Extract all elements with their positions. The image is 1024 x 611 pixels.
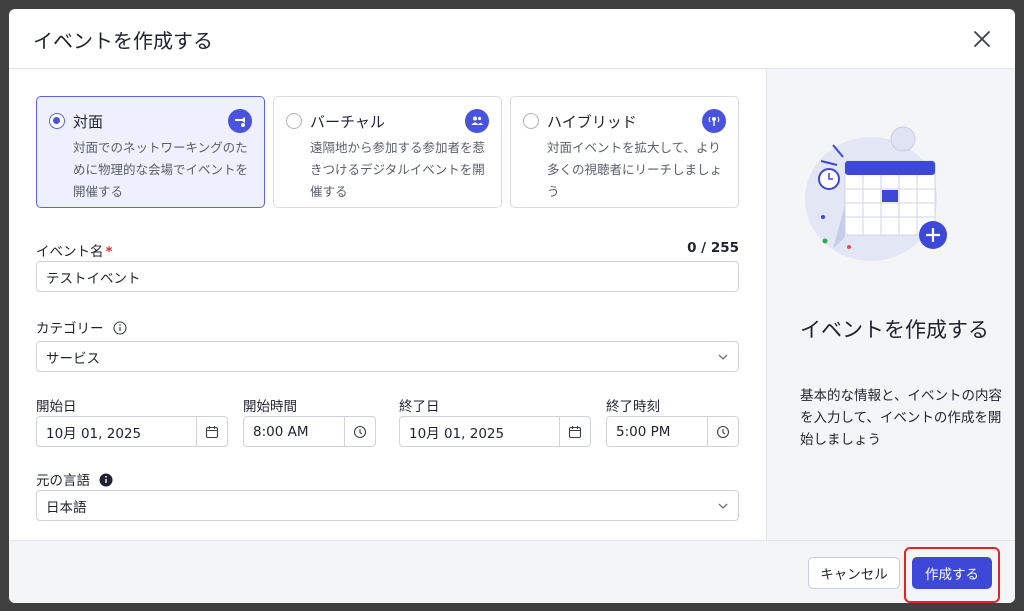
dialog-header: イベントを作成する xyxy=(9,9,1015,69)
event-name-label: イベント名 * xyxy=(36,240,113,260)
event-type-label: 対面 xyxy=(73,113,104,131)
cancel-button[interactable]: キャンセル xyxy=(808,557,900,589)
hybrid-radio[interactable] xyxy=(523,113,539,129)
start-time-input[interactable]: 8:00 AM xyxy=(243,416,376,447)
char-counter: 0 / 255 xyxy=(687,240,739,256)
event-name-value: テストイベント xyxy=(46,270,141,287)
end-date-value: 10月 01, 2025 xyxy=(409,425,505,442)
start-time-picker-button[interactable] xyxy=(344,417,375,446)
start-time-value: 8:00 AM xyxy=(253,423,309,440)
dialog-footer: キャンセル 作成する xyxy=(9,540,1015,603)
start-date-picker-button[interactable] xyxy=(196,417,227,446)
event-type-label: ハイブリッド xyxy=(547,113,637,131)
calendar-icon xyxy=(205,425,219,438)
create-event-dialog: イベントを作成する 対面 対面でのネットワーキングのために物理的な会場でイベント… xyxy=(9,9,1015,603)
end-time-label: 終了時刻 xyxy=(606,399,660,415)
start-date-label: 開始日 xyxy=(36,399,77,415)
chevron-down-icon xyxy=(718,503,728,509)
event-type-card-virtual[interactable]: バーチャル 遠隔地から参加する参加者を惹きつけるデジタルイベントを開催する xyxy=(273,96,502,208)
dialog-title: イベントを作成する xyxy=(33,29,213,53)
end-time-value: 5:00 PM xyxy=(616,423,671,440)
start-date-input[interactable]: 10月 01, 2025 xyxy=(36,416,228,447)
in-person-radio[interactable] xyxy=(49,113,65,129)
language-label: 元の言語 xyxy=(36,469,113,489)
event-type-description: 遠隔地から参加する参加者を惹きつけるデジタルイベントを開催する xyxy=(310,140,486,199)
category-label-text: カテゴリー xyxy=(36,321,104,337)
event-name-label-text: イベント名 xyxy=(36,244,104,260)
close-icon xyxy=(974,31,990,47)
create-button[interactable]: 作成する xyxy=(912,557,992,589)
language-select[interactable]: 日本語 xyxy=(36,490,739,521)
end-time-input[interactable]: 5:00 PM xyxy=(606,416,739,447)
start-time-label: 開始時間 xyxy=(243,399,297,415)
close-button[interactable] xyxy=(971,28,993,50)
info-icon[interactable] xyxy=(113,321,127,335)
chevron-down-icon xyxy=(718,354,728,360)
required-marker: * xyxy=(105,244,113,260)
language-value: 日本語 xyxy=(46,499,87,516)
category-select[interactable]: サービス xyxy=(36,341,739,372)
clock-icon xyxy=(353,425,367,438)
virtual-icon xyxy=(465,109,489,133)
category-value: サービス xyxy=(46,350,100,367)
event-type-card-in-person[interactable]: 対面 対面でのネットワーキングのために物理的な会場でイベントを開催する xyxy=(36,96,265,208)
event-name-input[interactable]: テストイベント xyxy=(36,261,739,292)
end-date-label: 終了日 xyxy=(399,399,440,415)
event-type-label: バーチャル xyxy=(310,113,385,131)
in-person-icon xyxy=(228,109,252,133)
hybrid-icon xyxy=(702,109,726,133)
clock-icon xyxy=(716,425,730,438)
panel-title: イベントを作成する xyxy=(800,318,989,342)
event-type-description: 対面イベントを拡大して、より多くの視聴者にリーチしましょう xyxy=(547,140,723,199)
calendar-illustration xyxy=(805,126,947,261)
calendar-icon xyxy=(568,425,582,438)
end-date-picker-button[interactable] xyxy=(559,417,590,446)
end-date-input[interactable]: 10月 01, 2025 xyxy=(399,416,591,447)
virtual-radio[interactable] xyxy=(286,113,302,129)
language-label-text: 元の言語 xyxy=(36,473,90,489)
end-time-picker-button[interactable] xyxy=(707,417,738,446)
event-type-description: 対面でのネットワーキングのために物理的な会場でイベントを開催する xyxy=(73,140,249,199)
category-label: カテゴリー xyxy=(36,317,127,337)
info-filled-icon[interactable] xyxy=(99,473,113,487)
info-panel: イベントを作成する 基本的な情報と、イベントの内容を入力して、イベントの作成を開… xyxy=(766,69,1015,540)
start-date-value: 10月 01, 2025 xyxy=(46,425,142,442)
event-type-card-hybrid[interactable]: ハイブリッド 対面イベントを拡大して、より多くの視聴者にリーチしましょう xyxy=(510,96,739,208)
form-area: 対面 対面でのネットワーキングのために物理的な会場でイベントを開催する バーチャ… xyxy=(9,69,766,540)
panel-description: 基本的な情報と、イベントの内容を入力して、イベントの作成を開始しましょう xyxy=(800,388,1002,448)
